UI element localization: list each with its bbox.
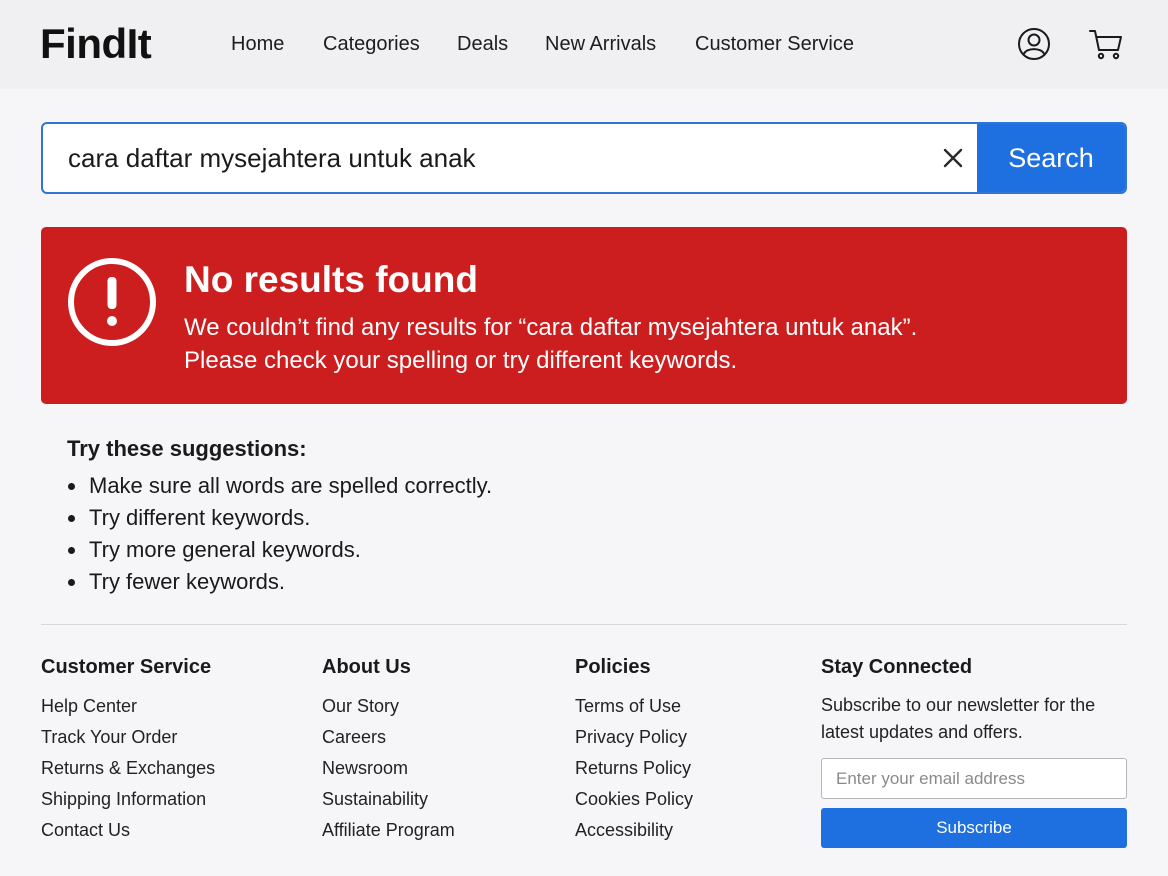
close-icon[interactable] (941, 146, 965, 170)
footer-heading: Policies (575, 656, 651, 678)
suggestions-list: Make sure all words are spelled correctl… (67, 472, 492, 600)
footer-link-privacy-policy[interactable]: Privacy Policy (575, 726, 693, 757)
nav-categories[interactable]: Categories (323, 33, 420, 56)
footer-link-newsroom[interactable]: Newsroom (322, 757, 455, 788)
footer-col-policies: Policies Terms of Use Privacy Policy Ret… (575, 656, 693, 850)
footer-link-accessibility[interactable]: Accessibility (575, 819, 693, 850)
exclamation-circle-icon (68, 258, 156, 346)
footer-link-help-center[interactable]: Help Center (41, 695, 215, 726)
search-bar: Search (41, 122, 1127, 194)
no-results-alert: No results found We couldn’t find any re… (41, 227, 1127, 404)
footer-link-careers[interactable]: Careers (322, 726, 455, 757)
footer-link-terms-of-use[interactable]: Terms of Use (575, 695, 693, 726)
user-circle-icon[interactable] (1016, 26, 1052, 62)
suggestion-item: Try fewer keywords. (67, 568, 492, 600)
nav-new-arrivals[interactable]: New Arrivals (545, 33, 656, 56)
suggestion-item: Try more general keywords. (67, 536, 492, 568)
site-header: FindIt Home Categories Deals New Arrival… (0, 0, 1168, 89)
footer-link-affiliate-program[interactable]: Affiliate Program (322, 819, 455, 850)
footer-col-about-us: About Us Our Story Careers Newsroom Sust… (322, 656, 455, 850)
alert-message: We couldn’t find any results for “cara d… (184, 314, 918, 341)
footer-link-cookies-policy[interactable]: Cookies Policy (575, 788, 693, 819)
footer-col-customer-service: Customer Service Help Center Track Your … (41, 656, 215, 850)
footer-link-our-story[interactable]: Our Story (322, 695, 455, 726)
suggestion-item: Make sure all words are spelled correctl… (67, 472, 492, 504)
footer-heading: Stay Connected (821, 656, 973, 678)
search-input[interactable] (43, 124, 923, 192)
footer-link-track-order[interactable]: Track Your Order (41, 726, 215, 757)
shopping-cart-icon[interactable] (1088, 26, 1124, 62)
footer-link-sustainability[interactable]: Sustainability (322, 788, 455, 819)
footer-heading: About Us (322, 656, 411, 678)
footer-col-newsletter: Stay Connected Subscribe to our newslett… (821, 656, 1121, 746)
subscribe-button[interactable]: Subscribe (821, 808, 1127, 848)
newsletter-email-input[interactable] (821, 758, 1127, 799)
alert-hint: Please check your spelling or try differ… (184, 347, 738, 374)
footer-link-returns-policy[interactable]: Returns Policy (575, 757, 693, 788)
footer-heading: Customer Service (41, 656, 212, 678)
nav-deals[interactable]: Deals (457, 33, 508, 56)
newsletter-description: Subscribe to our newsletter for the late… (821, 695, 1096, 742)
suggestion-item: Try different keywords. (67, 504, 492, 536)
search-button[interactable]: Search (977, 124, 1125, 192)
footer-divider (41, 624, 1127, 625)
footer-link-shipping-info[interactable]: Shipping Information (41, 788, 215, 819)
footer-link-contact-us[interactable]: Contact Us (41, 819, 215, 850)
site-logo[interactable]: FindIt (40, 20, 152, 68)
alert-title: No results found (184, 259, 478, 300)
nav-home[interactable]: Home (231, 33, 284, 56)
footer-link-returns-exchanges[interactable]: Returns & Exchanges (41, 757, 215, 788)
nav-customer-service[interactable]: Customer Service (695, 33, 854, 56)
suggestions-heading: Try these suggestions: (67, 436, 307, 461)
